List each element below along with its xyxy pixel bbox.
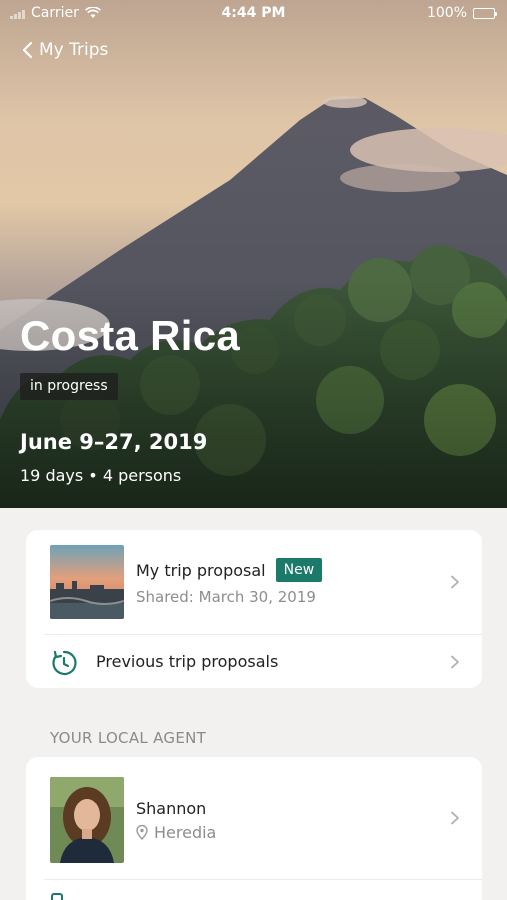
previous-proposals-label: Previous trip proposals [96,652,279,671]
chevron-right-icon [451,575,459,589]
trip-proposal-row[interactable]: My trip proposal New Shared: March 30, 2… [26,544,482,620]
agent-name: Shannon [136,799,207,818]
trip-status-badge: in progress [20,373,118,400]
proposal-shared-date: Shared: March 30, 2019 [136,588,316,606]
trip-dates: June 9–27, 2019 [20,430,208,454]
battery-icon [473,7,497,19]
chevron-left-icon [22,41,33,59]
battery-percent: 100% [426,5,467,21]
status-right: 100% [426,5,497,21]
divider [44,634,482,635]
proposal-title: My trip proposal [136,560,266,580]
trip-summary: 19 days • 4 persons [20,466,182,485]
chevron-right-icon [451,811,459,825]
proposal-title-line: My trip proposal New [136,558,323,582]
back-button[interactable]: My Trips [22,40,108,60]
proposal-text: My trip proposal New Shared: March 30, 2… [136,558,323,606]
agent-avatar [50,777,124,863]
trip-destination-title: Costa Rica [20,312,241,359]
new-badge: New [275,558,323,582]
proposal-thumbnail [50,545,124,619]
local-agent-heading: YOUR LOCAL AGENT [50,729,207,747]
city-sunset-image [50,545,124,619]
status-bar: Carrier 4:44 PM 100% [0,0,507,28]
agent-location-label: Heredia [154,823,217,842]
chevron-right-icon [451,655,459,669]
previous-proposals-row[interactable]: Previous trip proposals [26,636,482,688]
back-label: My Trips [39,40,109,60]
agent-photo [50,777,124,863]
agent-card: Shannon Heredia [26,757,482,900]
agent-location: Heredia [136,823,216,842]
divider [44,879,482,880]
agent-row[interactable]: Shannon Heredia [26,757,482,879]
map-pin-icon [136,825,148,840]
history-icon [52,650,77,676]
phone-icon [51,893,63,900]
proposals-card: My trip proposal New Shared: March 30, 2… [26,530,482,688]
